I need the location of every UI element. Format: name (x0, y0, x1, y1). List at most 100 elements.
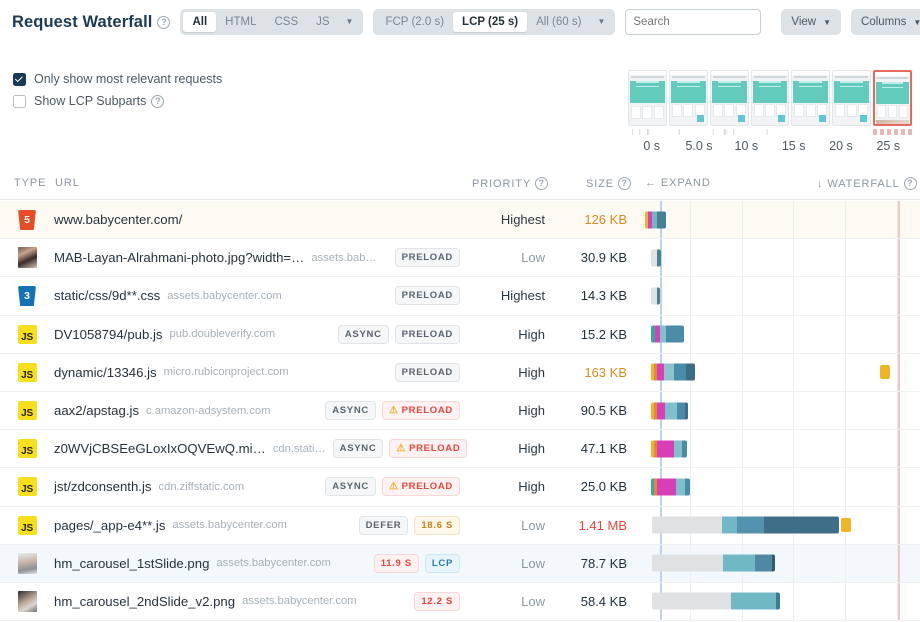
relevant-requests-checkbox[interactable] (13, 72, 26, 86)
filmstrip-frame[interactable] (873, 70, 913, 126)
waterfall-bar[interactable] (651, 287, 660, 305)
row-waterfall-cell[interactable] (640, 391, 920, 430)
scan-cell (832, 129, 871, 135)
badge-async[interactable]: ASYNC (332, 439, 384, 459)
waterfall-bar[interactable] (645, 211, 666, 229)
badge-preload[interactable]: PRELOAD (394, 362, 460, 382)
row-waterfall-cell[interactable] (640, 582, 920, 621)
row-url-cell[interactable]: hm_carousel_2ndSlide_v2.png assets.babyce… (54, 591, 460, 611)
row-waterfall-cell[interactable] (640, 468, 920, 506)
priority-help-icon[interactable]: ? (535, 177, 549, 190)
time-filter-group[interactable]: FCP (2.0 s) LCP (25 s) All (60 s) ▼ (373, 9, 616, 35)
row-url-cell[interactable]: static/css/9d**.css assets.babycenter.com… (54, 286, 460, 306)
table-row[interactable]: 3 static/css/9d**.css assets.babycenter.co… (0, 277, 920, 316)
column-header-type[interactable]: TYPE (14, 177, 46, 189)
columns-button[interactable]: Columns ▼ (851, 9, 920, 35)
type-filter-all[interactable]: All (183, 12, 217, 32)
filmstrip-frame[interactable] (791, 70, 831, 126)
lcp-subparts-help-icon[interactable]: ? (151, 94, 165, 108)
waterfall-bar[interactable] (651, 363, 695, 381)
row-waterfall-cell[interactable] (640, 201, 920, 239)
title-help-icon[interactable]: ? (157, 15, 171, 29)
scan-cell (873, 129, 913, 135)
badge-preload[interactable]: PRELOAD (394, 286, 460, 306)
filmstrip-frame[interactable] (709, 70, 749, 126)
waterfall-bar[interactable] (651, 249, 661, 267)
row-waterfall-cell[interactable] (640, 277, 920, 315)
row-url-cell[interactable]: pages/_app-e4**.js assets.babycenter.com D… (54, 515, 460, 535)
column-header-url[interactable]: URL (55, 177, 80, 189)
row-waterfall-cell[interactable] (640, 506, 920, 544)
row-url-cell[interactable]: dynamic/13346.js micro.rubiconproject.com… (54, 362, 460, 382)
table-row[interactable]: JS jst/zdconsenth.js cdn.ziffstatic.com ASY… (0, 468, 920, 507)
table-row[interactable]: hm_carousel_2ndSlide_v2.png assets.babyce… (0, 582, 920, 622)
badge-preload[interactable]: PRELOAD (394, 248, 460, 268)
badge-preload[interactable]: ⚠ PRELOAD (381, 401, 460, 421)
badge-12-2-s[interactable]: 12.2 S (414, 591, 460, 611)
table-row[interactable]: MAB-Layan-Alrahmani-photo.jpg?width=… ass… (0, 239, 920, 278)
badge-preload[interactable]: ⚠ PRELOAD (381, 477, 460, 497)
type-filter-chevron-down-icon[interactable]: ▼ (339, 12, 361, 32)
type-filter-css[interactable]: CSS (265, 12, 307, 32)
type-filter-group[interactable]: All HTML CSS JS ▼ (180, 9, 364, 35)
table-row[interactable]: JS DV1058794/pub.js pub.doubleverify.com AS… (0, 315, 920, 354)
view-button[interactable]: View ▼ (781, 9, 842, 35)
badge-preload[interactable]: PRELOAD (394, 324, 460, 344)
waterfall-event-marker[interactable] (841, 518, 851, 533)
badge-async[interactable]: ASYNC (337, 324, 389, 344)
filmstrip-frame[interactable] (832, 70, 872, 126)
table-row[interactable]: JS dynamic/13346.js micro.rubiconproject.c… (0, 353, 920, 392)
table-row[interactable]: JS z0WVjCBSEeGLoxIxOQVEwQ.mi… cdn.stati… AS… (0, 430, 920, 469)
column-header-priority[interactable]: PRIORITY ? (472, 177, 549, 190)
filmstrip-frame[interactable] (750, 70, 790, 126)
type-filter-html[interactable]: HTML (216, 12, 265, 32)
expand-button[interactable]: ← EXPAND (645, 177, 711, 189)
waterfall-bar[interactable] (651, 402, 688, 420)
time-filter-chevron-down-icon[interactable]: ▼ (590, 12, 612, 32)
waterfall-bar[interactable] (651, 478, 690, 496)
row-waterfall-cell[interactable] (640, 239, 920, 277)
row-url-cell[interactable]: z0WVjCBSEeGLoxIxOQVEwQ.mi… cdn.stati… ASYN… (54, 439, 468, 459)
lcp-subparts-checkbox[interactable] (13, 94, 26, 108)
waterfall-bar[interactable] (652, 516, 839, 534)
time-filter-lcp[interactable]: LCP (25 s) (453, 12, 528, 32)
column-header-waterfall[interactable]: ↓ WATERFALL ? (817, 177, 917, 190)
filmstrip-frame[interactable] (668, 70, 708, 126)
size-help-icon[interactable]: ? (618, 177, 632, 190)
waterfall-bar[interactable] (651, 325, 684, 343)
badge-async[interactable]: ASYNC (325, 401, 376, 421)
filmstrip-frame[interactable] (628, 70, 667, 126)
row-url-cell[interactable]: MAB-Layan-Alrahmani-photo.jpg?width=… ass… (54, 248, 460, 268)
table-row[interactable]: JS pages/_app-e4**.js assets.babycenter.co… (0, 506, 920, 545)
badge-18-6-s[interactable]: 18.6 S (414, 515, 460, 535)
row-url-cell[interactable]: www.babycenter.com/ (54, 212, 460, 227)
search-input[interactable] (625, 9, 762, 35)
badge-11-9-s[interactable]: 11.9 S (373, 553, 419, 573)
column-header-size[interactable]: SIZE ? (586, 177, 632, 190)
waterfall-bar[interactable] (652, 592, 780, 610)
option-relevant-requests[interactable]: Only show most relevant requests (13, 68, 222, 90)
row-url-cell[interactable]: aax2/apstag.js c.amazon-adsystem.com ASYNC… (54, 401, 460, 421)
type-filter-js[interactable]: JS (307, 12, 338, 32)
row-url-cell[interactable]: hm_carousel_1stSlide.png assets.babycente… (54, 553, 460, 573)
waterfall-bar[interactable] (652, 554, 775, 572)
table-row[interactable]: JS aax2/apstag.js c.amazon-adsystem.com ASY… (0, 391, 920, 431)
time-filter-fcp[interactable]: FCP (2.0 s) (376, 12, 453, 32)
row-url-cell[interactable]: DV1058794/pub.js pub.doubleverify.com ASYN… (54, 324, 460, 344)
row-waterfall-cell[interactable] (640, 315, 920, 353)
badge-async[interactable]: ASYNC (325, 477, 376, 497)
option-lcp-subparts[interactable]: Show LCP Subparts ? (13, 90, 222, 112)
waterfall-help-icon[interactable]: ? (903, 177, 917, 190)
table-row[interactable]: hm_carousel_1stSlide.png assets.babycente… (0, 544, 920, 583)
waterfall-event-marker[interactable] (880, 365, 890, 380)
lcp-marker-line (898, 353, 900, 391)
row-url-cell[interactable]: jst/zdconsenth.js cdn.ziffstatic.com ASYNC… (54, 477, 460, 497)
waterfall-bar[interactable] (651, 440, 687, 458)
row-waterfall-cell[interactable] (640, 353, 920, 391)
time-filter-all[interactable]: All (60 s) (527, 12, 590, 32)
table-row[interactable]: 5 www.babycenter.com/Highest 126 KB (0, 201, 920, 240)
warning-triangle-icon: ⚠ (388, 405, 399, 417)
badge-defer[interactable]: DEFER (358, 515, 409, 535)
row-waterfall-cell[interactable] (640, 430, 920, 468)
row-waterfall-cell[interactable] (640, 544, 920, 582)
